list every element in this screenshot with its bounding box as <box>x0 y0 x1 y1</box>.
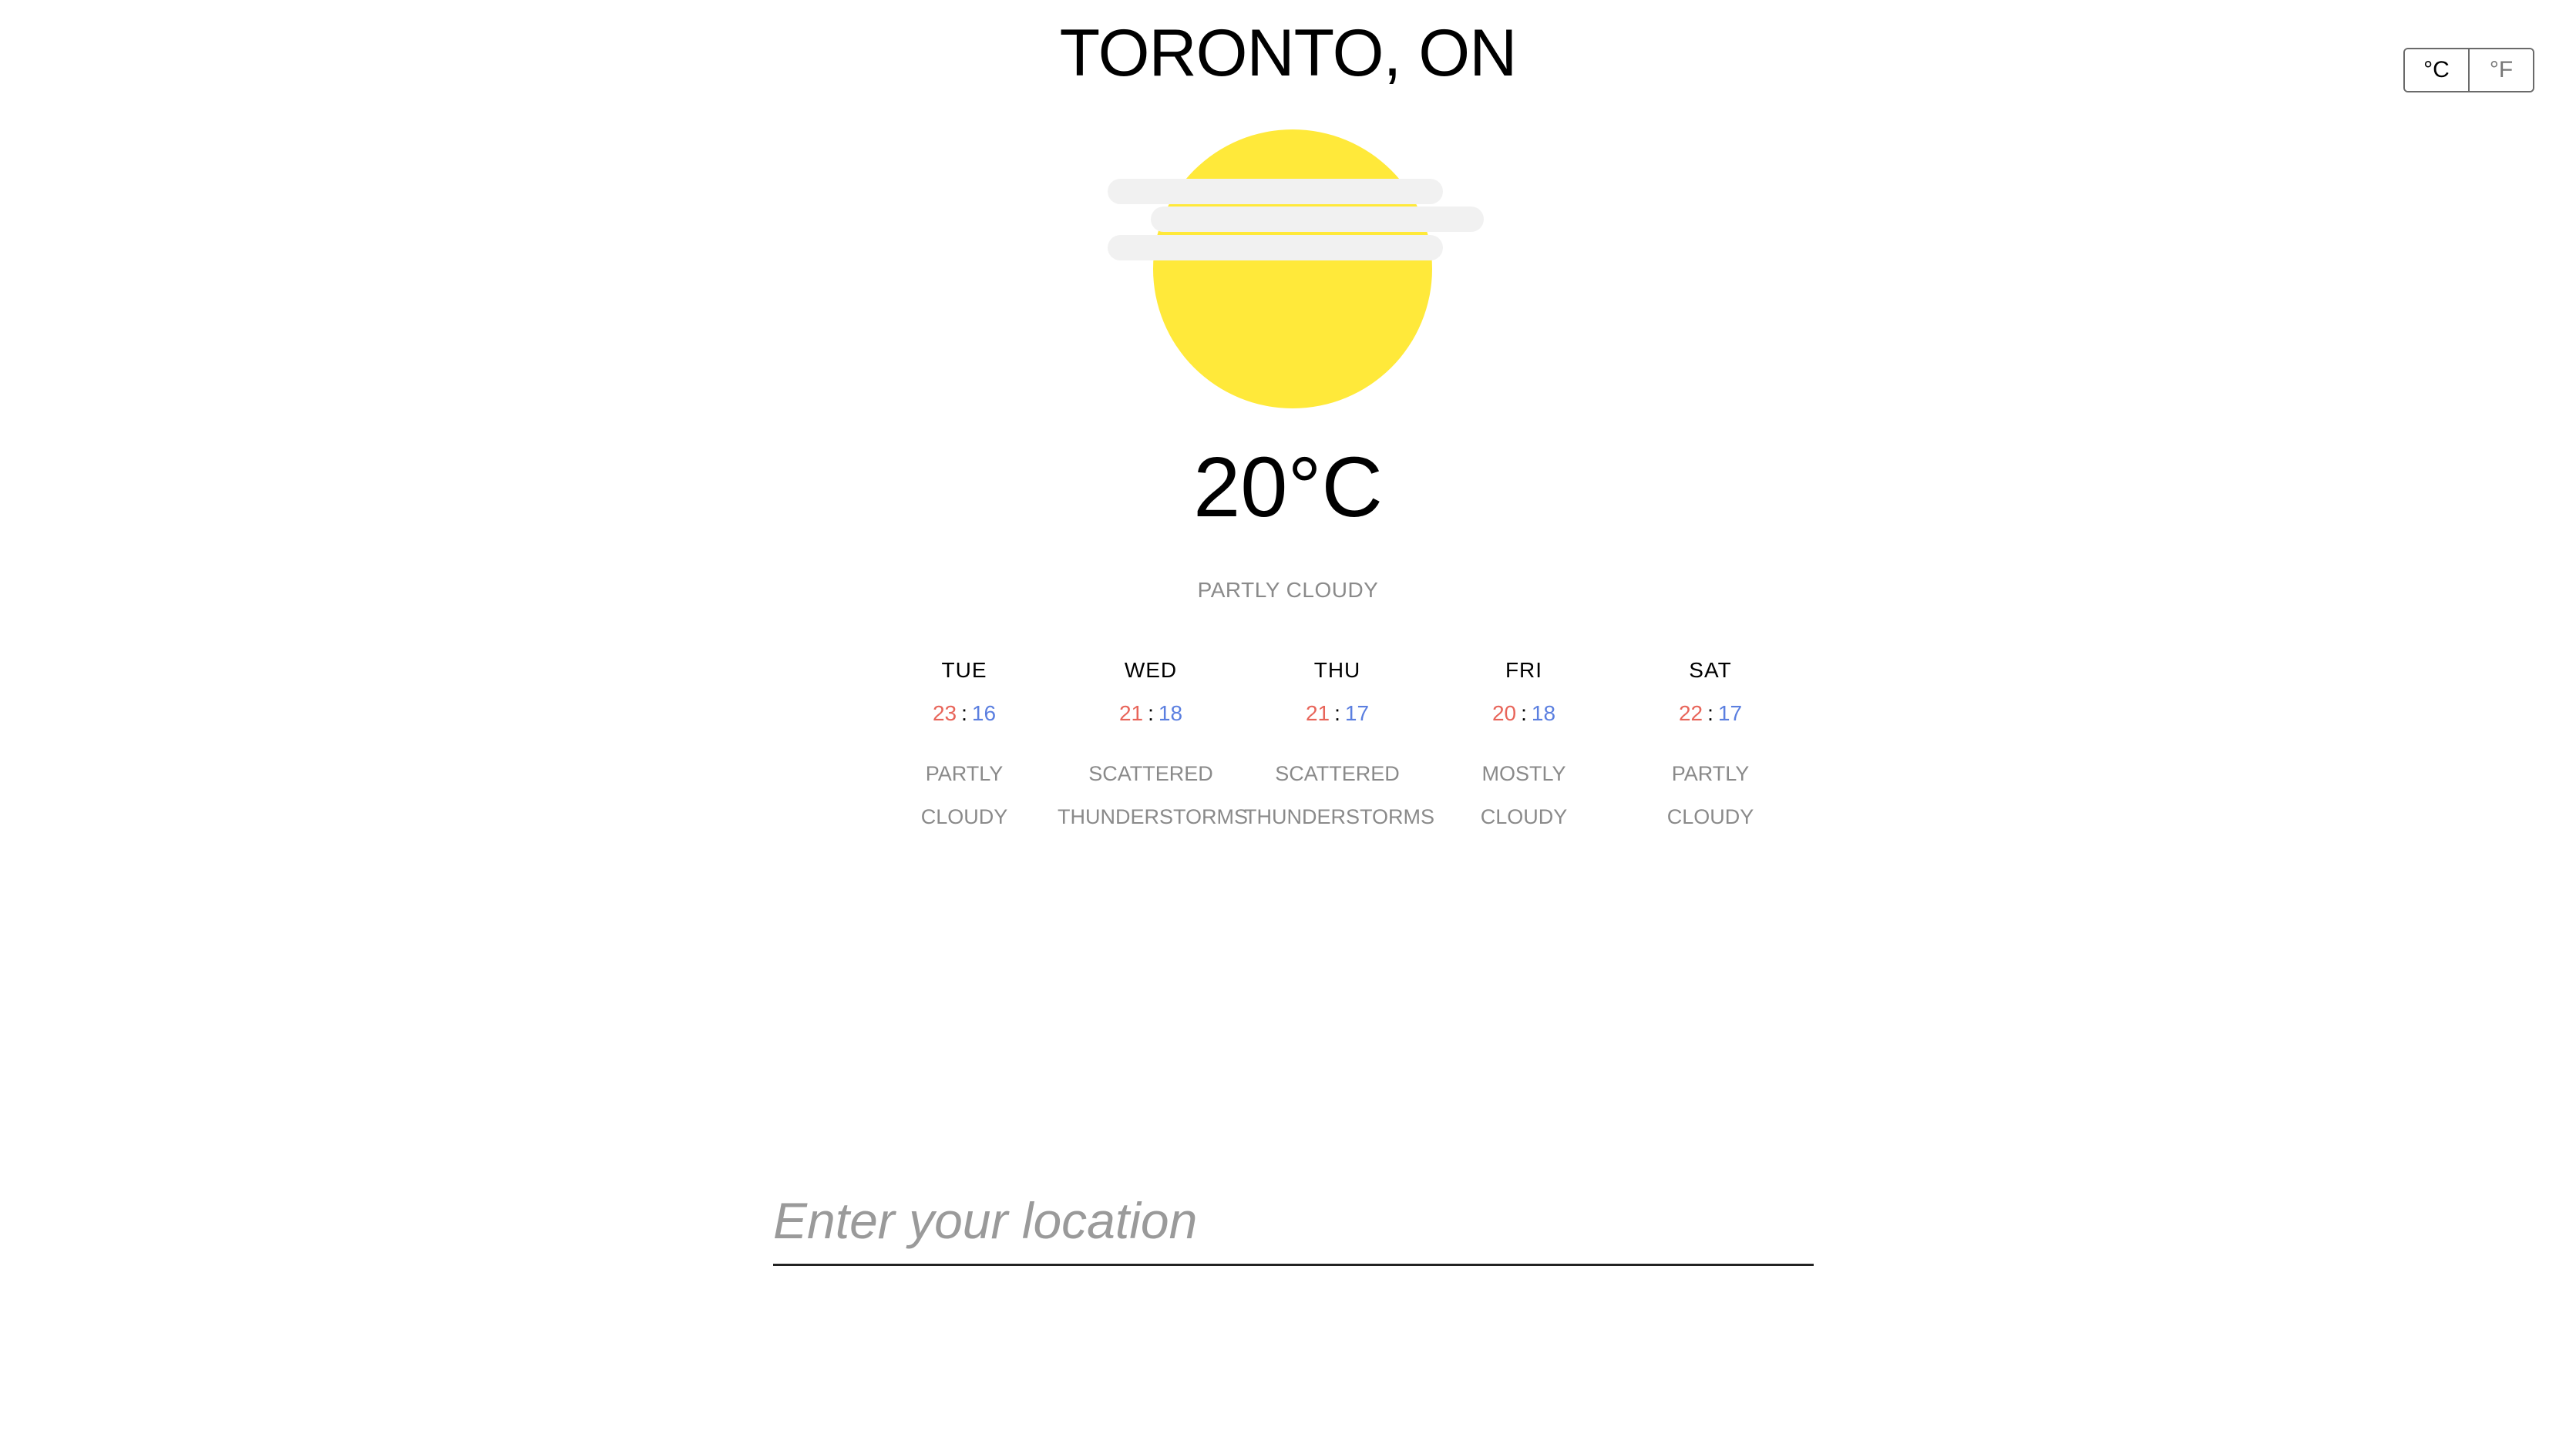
temp-separator: : <box>1148 701 1154 725</box>
forecast-condition-line2: CLOUDY <box>1666 805 1754 828</box>
forecast-high: 21 <box>1305 701 1330 725</box>
forecast-high: 22 <box>1678 701 1703 725</box>
forecast-day-name: THU <box>1313 658 1361 682</box>
forecast-day-name: FRI <box>1505 658 1543 682</box>
current-condition: PARTLY CLOUDY <box>1197 578 1379 602</box>
forecast-condition-line2: CLOUDY <box>1480 805 1568 828</box>
forecast-condition-line2: THUNDERSTORMS <box>1244 805 1435 828</box>
forecast-condition-line2: THUNDERSTORMS <box>1058 805 1249 828</box>
forecast-temps: 21:17 <box>1244 698 1431 729</box>
forecast-condition: SCATTERED THUNDERSTORMS <box>1058 752 1249 838</box>
cloud-band-1 <box>1108 179 1443 204</box>
current-temperature: 20°C <box>1193 440 1383 535</box>
forecast-day-name: SAT <box>1689 658 1732 682</box>
location-input-wrapper <box>773 1187 1814 1266</box>
forecast-temps: 22:17 <box>1617 698 1804 729</box>
temp-separator: : <box>1521 701 1527 725</box>
forecast-low: 17 <box>1344 701 1370 725</box>
forecast-condition-line1: SCATTERED <box>1275 762 1400 785</box>
forecast-condition: PARTLY CLOUDY <box>871 752 1058 838</box>
forecast-temps: 20:18 <box>1431 698 1617 729</box>
temp-separator: : <box>1334 701 1340 725</box>
forecast-condition-line1: PARTLY <box>1671 762 1750 785</box>
forecast-day: FRI 20:18 MOSTLY CLOUDY <box>1431 655 1617 838</box>
forecast-day: SAT 22:17 PARTLY CLOUDY <box>1617 655 1804 838</box>
partly-cloudy-sun-icon <box>1098 129 1484 415</box>
forecast-low: 16 <box>971 701 997 725</box>
forecast-day: WED 21:18 SCATTERED THUNDERSTORMS <box>1058 655 1249 838</box>
forecast-high: 21 <box>1118 701 1144 725</box>
temp-separator: : <box>1707 701 1713 725</box>
location-input[interactable] <box>773 1187 1814 1264</box>
sun-shape <box>1153 129 1432 408</box>
city-title: TORONTO, ON <box>1059 16 1518 90</box>
forecast-condition: MOSTLY CLOUDY <box>1431 752 1617 838</box>
forecast-day-name: TUE <box>941 658 987 682</box>
forecast-condition-line2: CLOUDY <box>920 805 1008 828</box>
forecast-low: 18 <box>1531 701 1556 725</box>
forecast-condition-line1: PARTLY <box>925 762 1004 785</box>
forecast-high: 23 <box>932 701 957 725</box>
cloud-band-3 <box>1108 235 1443 260</box>
forecast-high: 20 <box>1491 701 1517 725</box>
temp-separator: : <box>961 701 967 725</box>
forecast-day-name: WED <box>1124 658 1178 682</box>
forecast-low: 18 <box>1158 701 1183 725</box>
cloud-band-2 <box>1151 207 1484 232</box>
forecast-temps: 21:18 <box>1058 698 1244 729</box>
forecast-temps: 23:16 <box>871 698 1058 729</box>
forecast-day: TUE 23:16 PARTLY CLOUDY <box>871 655 1058 838</box>
forecast-list: TUE 23:16 PARTLY CLOUDY WED 21:18 SCATTE… <box>871 655 1804 838</box>
forecast-condition: SCATTERED THUNDERSTORMS <box>1244 752 1435 838</box>
forecast-low: 17 <box>1717 701 1743 725</box>
forecast-day: THU 21:17 SCATTERED THUNDERSTORMS <box>1244 655 1435 838</box>
forecast-condition-line1: SCATTERED <box>1088 762 1213 785</box>
forecast-condition-line1: MOSTLY <box>1481 762 1566 785</box>
forecast-condition: PARTLY CLOUDY <box>1617 752 1804 838</box>
